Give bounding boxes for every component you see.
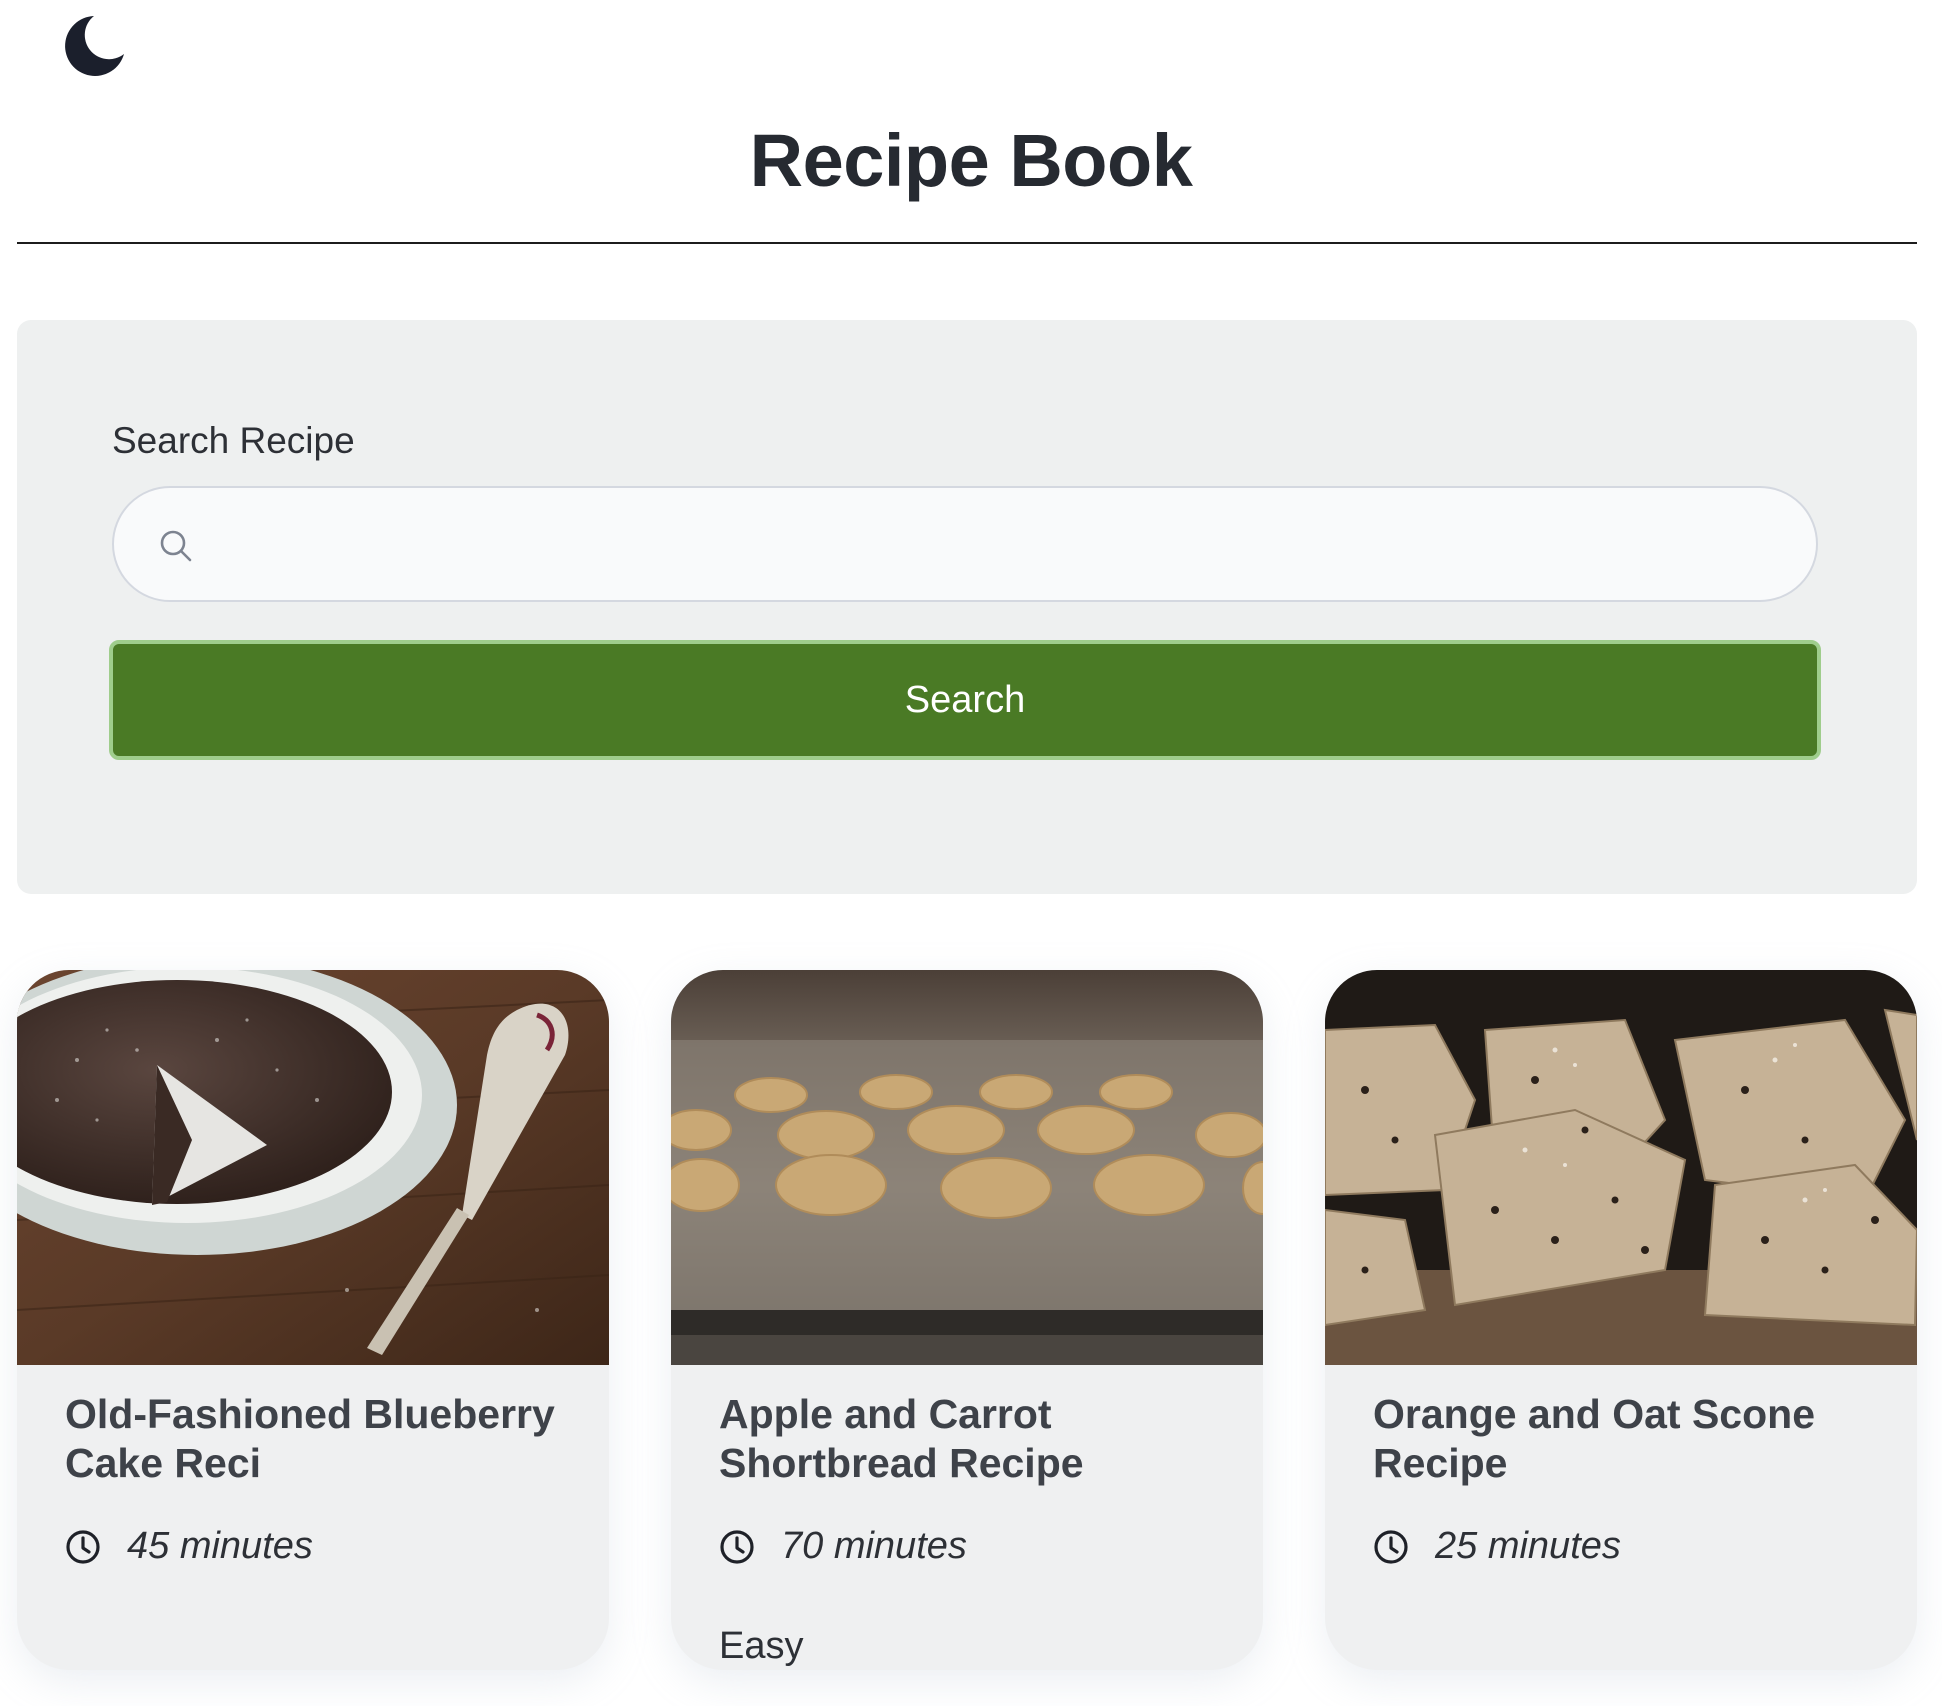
recipe-card[interactable]: Old-Fashioned Blueberry Cake Reci 45 min… <box>17 970 609 1670</box>
recipe-title[interactable]: Apple and Carrot Shortbread Recipe <box>719 1390 1223 1488</box>
recipe-card-list: Old-Fashioned Blueberry Cake Reci 45 min… <box>17 970 1917 1670</box>
clock-icon <box>1374 1529 1408 1564</box>
recipe-card[interactable]: Orange and Oat Scone Recipe 25 minutes <box>1325 970 1917 1670</box>
recipe-time: 45 minutes <box>65 1525 313 1568</box>
moon-icon <box>65 16 124 76</box>
recipe-time: 25 minutes <box>1373 1525 1621 1568</box>
recipe-difficulty: Easy <box>719 1625 804 1667</box>
recipe-title[interactable]: Old-Fashioned Blueberry Cake Reci <box>65 1390 569 1488</box>
theme-toggle-button[interactable] <box>58 12 128 82</box>
page-title: Recipe Book <box>749 119 1193 202</box>
search-button[interactable]: Search <box>109 640 1821 760</box>
recipe-time: 70 minutes <box>719 1525 967 1568</box>
recipe-time-value: 25 minutes <box>1435 1525 1621 1567</box>
search-label: Search Recipe <box>112 420 355 461</box>
clock-icon <box>66 1529 100 1564</box>
title-divider <box>17 242 1917 244</box>
search-field[interactable] <box>112 486 1818 602</box>
search-panel: Search Recipe Search <box>17 320 1917 894</box>
recipe-time-value: 70 minutes <box>781 1525 967 1567</box>
recipe-image <box>17 970 609 1365</box>
page: Recipe Book Search Recipe Search Old-Fas… <box>0 0 1942 1706</box>
search-input[interactable] <box>214 508 1786 580</box>
recipe-card[interactable]: Apple and Carrot Shortbread Recipe 70 mi… <box>671 970 1263 1670</box>
clock-icon <box>720 1529 754 1564</box>
recipe-time-value: 45 minutes <box>127 1525 313 1567</box>
recipe-image <box>671 970 1263 1365</box>
recipe-image <box>1325 970 1917 1365</box>
search-icon <box>160 530 192 562</box>
recipe-title[interactable]: Orange and Oat Scone Recipe <box>1373 1390 1877 1488</box>
